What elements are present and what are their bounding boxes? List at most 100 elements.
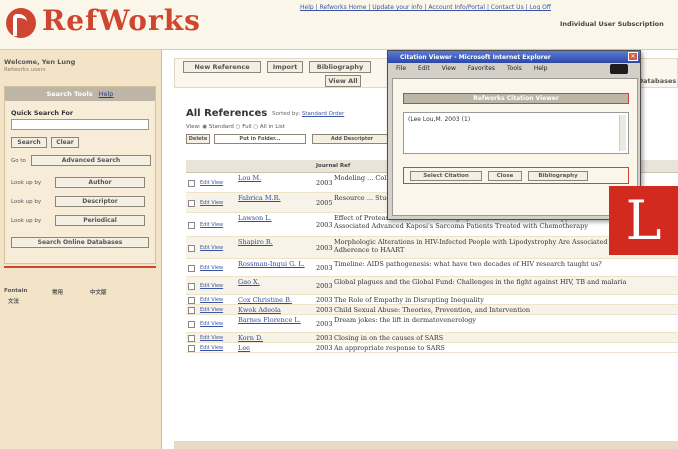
- quick-search-input[interactable]: [11, 119, 149, 130]
- refworks-logo-icon: [6, 8, 36, 38]
- row-author-link[interactable]: Rossman-Ingui G. L.: [238, 260, 312, 268]
- row-checkbox[interactable]: [188, 265, 195, 272]
- table-row: Edit View Cox Christine B. 2003 The Role of…: [186, 295, 678, 305]
- row-title: Global plagues and the Global Fund: Chal…: [334, 278, 627, 286]
- close-button[interactable]: Close: [488, 171, 522, 181]
- row-year: 2003: [316, 334, 333, 342]
- search-online-databases-button[interactable]: Search Online Databases: [11, 237, 149, 248]
- row-edit-view-links[interactable]: Edit View: [200, 321, 223, 327]
- sidebar-foot-label-2: 文法: [8, 299, 20, 305]
- row-author-link[interactable]: Shapiro R.: [238, 238, 312, 246]
- row-edit-view-links[interactable]: Edit View: [200, 245, 223, 251]
- row-edit-view-links[interactable]: Edit View: [200, 297, 223, 303]
- new-reference-button[interactable]: New Reference: [183, 61, 261, 73]
- row-title: An appropriate response to SARS: [334, 344, 445, 352]
- row-author-link[interactable]: Fabrica M.R.: [238, 194, 312, 202]
- row-checkbox[interactable]: [188, 297, 195, 304]
- citation-textarea[interactable]: (Lee Lou,M. 2003 (1): [403, 112, 629, 154]
- author-button[interactable]: Author: [55, 177, 145, 188]
- row-edit-view-links[interactable]: Edit View: [200, 265, 223, 271]
- popup-button-row: Select Citation Close Bibliography: [403, 167, 629, 184]
- search-tools-panel: Search Tools Help Quick Search For Searc…: [4, 86, 156, 264]
- table-header-label: Journal Ref: [316, 163, 351, 169]
- row-checkbox[interactable]: [188, 345, 195, 352]
- menu-favorites[interactable]: Favorites: [468, 65, 495, 72]
- sidebar-divider: [4, 266, 156, 268]
- descriptor-button[interactable]: Descriptor: [55, 196, 145, 207]
- row-checkbox[interactable]: [188, 200, 195, 207]
- row-checkbox[interactable]: [188, 180, 195, 187]
- row-year: 2003: [316, 264, 333, 272]
- subscription-label: Individual User Subscription: [560, 20, 664, 28]
- row-checkbox[interactable]: [188, 307, 195, 314]
- row-checkbox[interactable]: [188, 245, 195, 252]
- row-author-link[interactable]: Lee: [238, 344, 312, 352]
- citation-viewer-window: Citation Viewer - Microsoft Internet Exp…: [387, 50, 641, 220]
- folder-select[interactable]: Put in Folder...: [214, 134, 306, 144]
- sidebar-foot-link[interactable]: 常用: [52, 288, 63, 296]
- search-tools-header: Search Tools Help: [5, 87, 155, 101]
- sidebar-foot-link-2[interactable]: 中文版: [90, 288, 107, 296]
- advanced-search-button[interactable]: Advanced Search: [31, 155, 151, 166]
- textarea-scrollbar[interactable]: [619, 115, 626, 151]
- bibliography-button[interactable]: Bibliography: [309, 61, 371, 73]
- menu-edit[interactable]: Edit: [418, 65, 430, 72]
- lookup-label: Look up by: [11, 180, 42, 186]
- row-checkbox[interactable]: [188, 283, 195, 290]
- row-edit-view-links[interactable]: Edit View: [200, 222, 223, 228]
- search-tools-help-link[interactable]: Help: [99, 90, 114, 98]
- sort-label: Sorted by:: [272, 111, 301, 117]
- row-year: 2003: [316, 179, 333, 187]
- clear-button[interactable]: Clear: [51, 137, 79, 148]
- table-row: Edit View Kwok Adeola 2003 Child Sexual Abu…: [186, 305, 678, 315]
- row-author-link[interactable]: Lou M.: [238, 174, 312, 182]
- delete-button[interactable]: Delete: [186, 134, 210, 144]
- row-year: 2003: [316, 221, 333, 229]
- row-title: Dream jokes: the lift in dermatovenerolo…: [334, 316, 476, 324]
- row-title: Timeline: AIDS pathogenesis: what have t…: [334, 260, 602, 268]
- sort-link[interactable]: Standard Order: [302, 111, 344, 117]
- popup-menubar: File Edit View Favorites Tools Help: [388, 63, 640, 74]
- add-descriptor-button[interactable]: Add Descriptor: [312, 134, 392, 144]
- row-edit-view-links[interactable]: Edit View: [200, 200, 223, 206]
- search-button[interactable]: Search: [11, 137, 47, 148]
- popup-bibliography-button[interactable]: Bibliography: [528, 171, 588, 181]
- row-year: 2003: [316, 296, 333, 304]
- menu-tools[interactable]: Tools: [507, 65, 522, 72]
- select-citation-button[interactable]: Select Citation: [410, 171, 482, 181]
- row-edit-view-links[interactable]: Edit View: [200, 180, 223, 186]
- menu-file[interactable]: File: [396, 65, 406, 72]
- row-author-link[interactable]: Cox Christine B.: [238, 296, 312, 304]
- row-edit-view-links[interactable]: Edit View: [200, 307, 223, 313]
- row-checkbox[interactable]: [188, 222, 195, 229]
- close-icon[interactable]: ✕: [628, 52, 638, 61]
- row-edit-view-links[interactable]: Edit View: [200, 345, 223, 351]
- import-button[interactable]: Import: [267, 61, 303, 73]
- table-row: Edit View Rossman-Ingui G. L. 2003 Timeline…: [186, 259, 678, 277]
- popup-content: Refworks Citation Viewer (Lee Lou,M. 200…: [392, 78, 638, 216]
- row-checkbox[interactable]: [188, 321, 195, 328]
- row-author-link[interactable]: Korn D.: [238, 334, 312, 342]
- app-logo[interactable]: RefWorks: [42, 4, 201, 37]
- row-title: The Role of Empathy in Disrupting Inequa…: [334, 296, 484, 304]
- periodical-button[interactable]: Periodical: [55, 215, 145, 226]
- databases-link[interactable]: Databases: [637, 75, 677, 87]
- row-edit-view-links[interactable]: Edit View: [200, 283, 223, 289]
- view-options[interactable]: View: ◉ Standard ○ Full ○ All in List: [186, 124, 285, 130]
- row-year: 2003: [316, 320, 333, 328]
- popup-titlebar[interactable]: Citation Viewer - Microsoft Internet Exp…: [388, 51, 640, 63]
- app-header: RefWorks Help | Refworks Home | Update y…: [0, 0, 678, 50]
- row-edit-view-links[interactable]: Edit View: [200, 335, 223, 341]
- row-author-link[interactable]: Lawson L.: [238, 214, 312, 222]
- row-author-link[interactable]: Gao X.: [238, 278, 312, 286]
- table-row: Edit View Barnes Florence L. 2003 Dream jok…: [186, 315, 678, 333]
- view-all-button[interactable]: View All: [325, 75, 361, 87]
- quick-search-label: Quick Search For: [11, 109, 74, 117]
- welcome-text: Welcome, Yen Lung: [4, 58, 76, 66]
- row-author-link[interactable]: Barnes Florence L.: [238, 316, 312, 324]
- menu-help[interactable]: Help: [534, 65, 548, 72]
- menu-view[interactable]: View: [442, 65, 456, 72]
- top-links[interactable]: Help | Refworks Home | Update your info …: [300, 4, 678, 11]
- row-checkbox[interactable]: [188, 335, 195, 342]
- row-author-link[interactable]: Kwok Adeola: [238, 306, 312, 314]
